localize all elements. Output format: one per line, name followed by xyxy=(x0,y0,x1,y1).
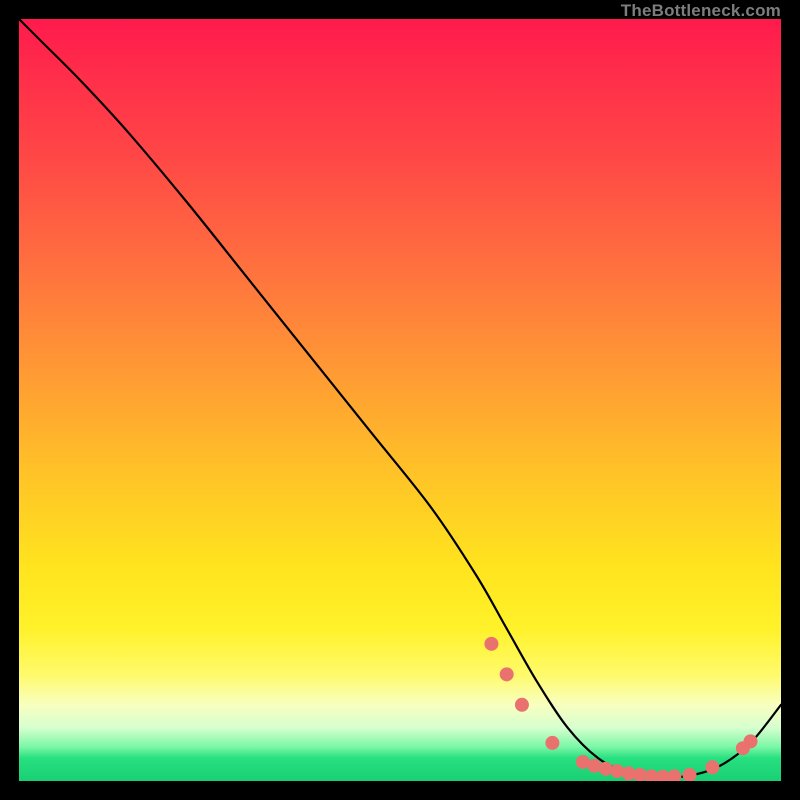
curve-marker xyxy=(744,734,758,748)
curve-marker xyxy=(576,755,590,769)
bottleneck-curve xyxy=(19,19,781,777)
curve-marker xyxy=(633,768,647,781)
curve-marker xyxy=(644,769,658,781)
curve-marker xyxy=(515,698,529,712)
curve-marker xyxy=(705,760,719,774)
curve-svg xyxy=(19,19,781,781)
curve-markers xyxy=(484,637,757,781)
curve-marker xyxy=(683,768,697,781)
curve-marker xyxy=(736,741,750,755)
watermark-text: TheBottleneck.com xyxy=(621,0,781,21)
chart-stage: TheBottleneck.com xyxy=(0,0,800,800)
curve-marker xyxy=(622,766,636,780)
curve-marker xyxy=(667,769,681,781)
curve-marker xyxy=(656,770,670,781)
curve-marker xyxy=(484,637,498,651)
curve-marker xyxy=(545,736,559,750)
curve-marker xyxy=(500,667,514,681)
curve-marker xyxy=(599,762,613,776)
curve-marker xyxy=(610,764,624,778)
curve-marker xyxy=(587,759,601,773)
plot-area xyxy=(19,19,781,781)
